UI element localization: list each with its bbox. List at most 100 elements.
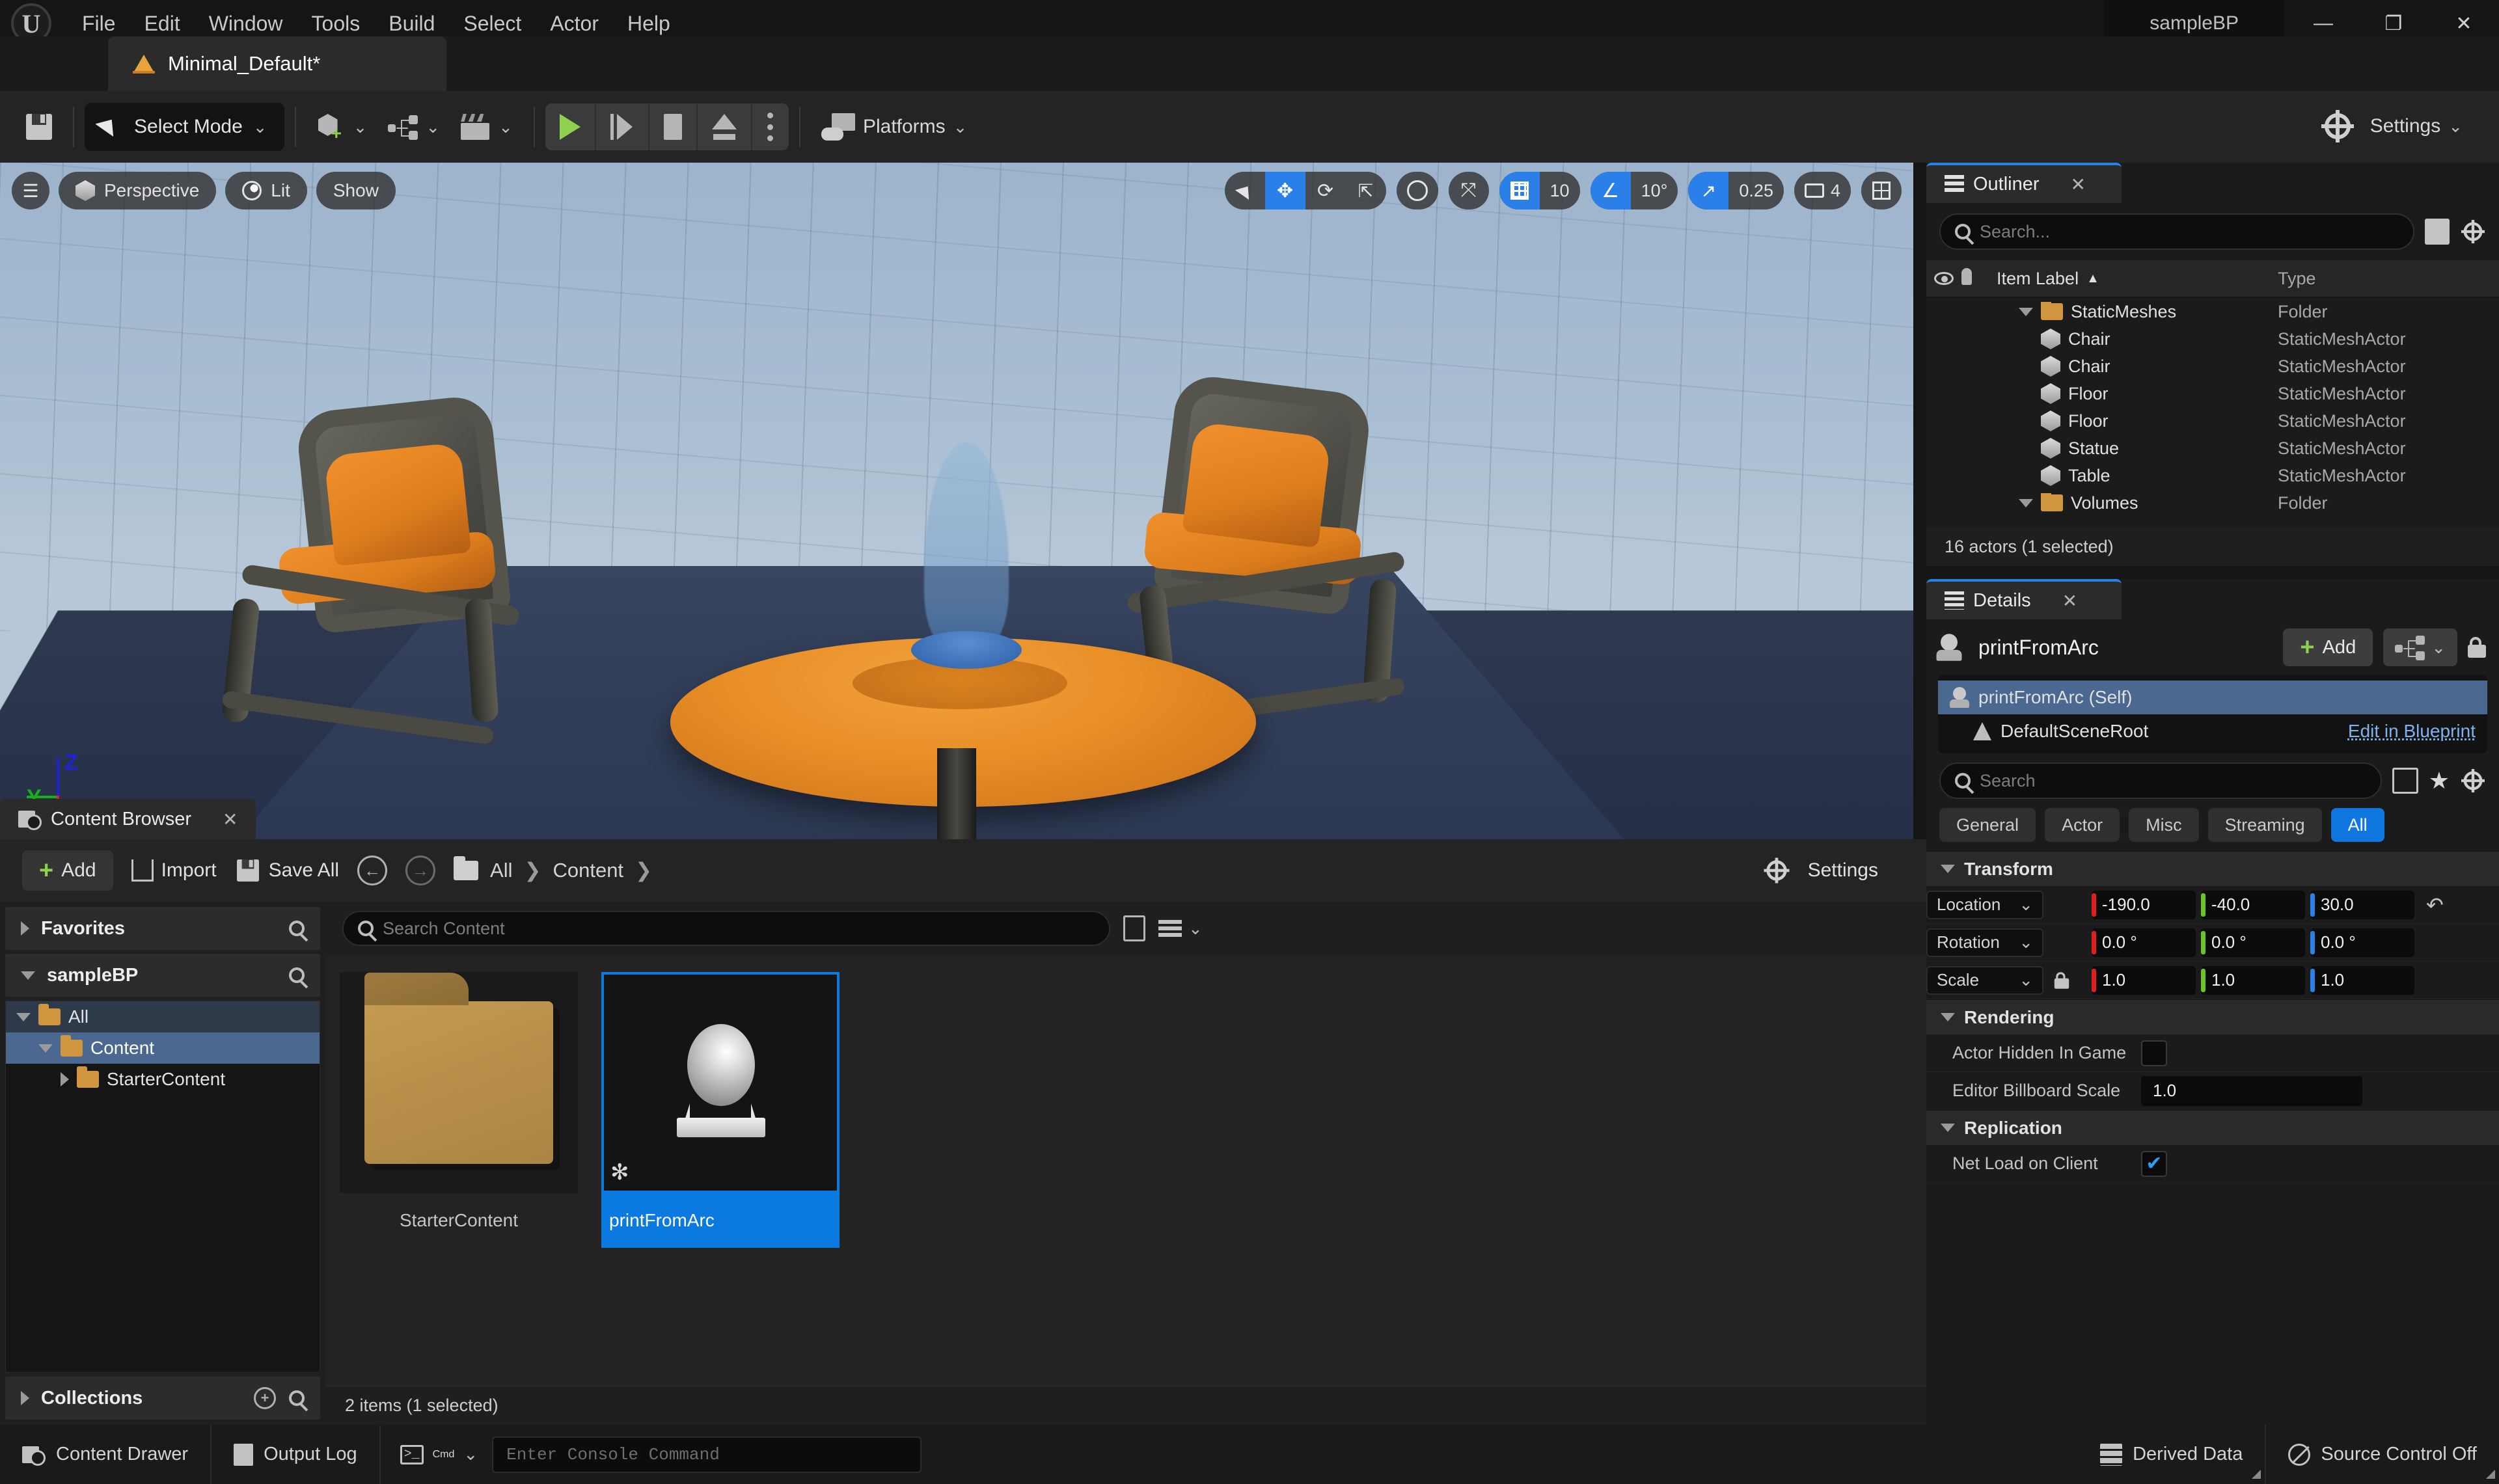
value-z[interactable]: 0.0 ° (2310, 928, 2414, 957)
components-list[interactable]: printFromArc (Self) DefaultSceneRoot Edit … (1938, 675, 2487, 753)
axis-mode-dropdown[interactable]: Rotation ⌄ (1926, 928, 2043, 957)
world-space-button[interactable] (1397, 172, 1438, 209)
viewport-viewmode-dropdown[interactable]: Lit (225, 172, 307, 209)
lock-icon[interactable] (2468, 637, 2486, 658)
project-section-header[interactable]: sampleBP (5, 954, 320, 997)
toolbar-settings-button[interactable]: Settings ⌄ (2314, 103, 2473, 150)
edit-in-blueprint-link[interactable]: Edit in Blueprint (2348, 721, 2476, 742)
project-search-icon[interactable] (289, 967, 305, 983)
grid-snap-toggle[interactable] (1499, 172, 1540, 209)
collections-search-icon[interactable] (289, 1390, 305, 1406)
collections-section-header[interactable]: Collections + (5, 1377, 320, 1420)
save-search-icon[interactable] (1123, 915, 1145, 941)
scale-tool-button[interactable]: ⇱ (1346, 172, 1386, 209)
console-command-input[interactable]: Enter Console Command (492, 1436, 922, 1473)
outliner-row-floor[interactable]: Floor StaticMeshActor (1926, 407, 2499, 435)
rotate-tool-button[interactable]: ⟳ (1305, 172, 1346, 209)
stop-button[interactable] (649, 103, 698, 150)
visibility-eye-icon[interactable] (1934, 272, 1954, 285)
axis-mode-dropdown[interactable]: Scale ⌄ (1926, 965, 2043, 995)
add-collection-icon[interactable]: + (254, 1387, 276, 1409)
scale-snap-value[interactable]: 0.25 (1728, 172, 1784, 209)
outliner-row-chair[interactable]: Chair StaticMeshActor (1926, 325, 2499, 353)
expand-arrow-icon[interactable] (2019, 307, 2033, 316)
content-save-all-button[interactable]: Save All (235, 857, 339, 884)
save-button[interactable] (16, 103, 62, 150)
component-row-printfromarc-self-[interactable]: printFromArc (Self) (1938, 681, 2487, 714)
content-search-input[interactable]: Search Content (342, 911, 1110, 946)
select-mode-dropdown[interactable]: Select Mode ⌄ (85, 103, 284, 151)
angle-snap-toggle[interactable]: ∠ (1590, 172, 1631, 209)
details-filter-streaming[interactable]: Streaming (2207, 808, 2322, 842)
scale-lock-icon[interactable] (2054, 971, 2069, 989)
content-back-button[interactable]: ← (357, 856, 388, 885)
outliner-row-globalpostproce[interactable]: GlobalPostProcePostProcessVolume (1926, 517, 2499, 519)
details-filter-all[interactable]: All (2330, 808, 2384, 842)
content-forward-button[interactable]: → (405, 856, 436, 885)
folder-tree-item-startercontent[interactable]: StarterContent (6, 1064, 320, 1095)
component-row-defaultsceneroot[interactable]: DefaultSceneRoot Edit in Blueprint (1938, 714, 2487, 748)
new-folder-icon[interactable] (2425, 219, 2450, 245)
filter-button[interactable]: ⌄ (1158, 919, 1203, 939)
property-checkbox[interactable]: ✔ (2141, 1150, 2167, 1177)
details-search-input[interactable]: Search (1939, 762, 2382, 799)
output-log-button[interactable]: Output Log (212, 1425, 381, 1484)
details-filter-actor[interactable]: Actor (2045, 808, 2120, 842)
collapse-arrow-icon[interactable] (61, 1072, 69, 1086)
outliner-search-input[interactable]: Search... (1939, 213, 2414, 250)
viewport-layout-button[interactable] (1861, 172, 1902, 209)
eject-button[interactable] (698, 103, 752, 150)
value-y[interactable]: 1.0 (2201, 965, 2305, 995)
scale-snap-toggle[interactable]: ↗ (1688, 172, 1729, 209)
favorites-search-icon[interactable] (289, 921, 305, 936)
content-folder-tree[interactable]: All Content StarterContent (5, 1001, 320, 1373)
play-button[interactable] (545, 103, 596, 150)
expand-arrow-icon[interactable] (38, 1044, 53, 1053)
details-filter-general[interactable]: General (1939, 808, 2036, 842)
skip-button[interactable] (596, 103, 649, 150)
value-z[interactable]: 1.0 (2310, 965, 2414, 995)
favorites-star-icon[interactable]: ★ (2429, 767, 2450, 794)
details-tab[interactable]: Details ✕ (1926, 579, 2122, 619)
camera-speed-button[interactable]: 4 (1794, 172, 1851, 209)
blueprint-options-button[interactable]: ⌄ (2383, 628, 2457, 666)
asset-tile-startercontent[interactable]: StarterContent (340, 972, 578, 1369)
value-x[interactable]: -190.0 (2092, 890, 2196, 919)
content-browser-close-icon[interactable]: ✕ (223, 809, 238, 830)
move-tool-button[interactable]: ✥ (1264, 172, 1305, 209)
cmd-dropdown[interactable]: >_ Cmd ⌄ (400, 1444, 478, 1464)
content-settings-button[interactable]: Settings (1764, 857, 1878, 884)
asset-tile-printfromarc[interactable]: ✻ printFromArc (601, 972, 840, 1369)
content-drawer-button[interactable]: Content Drawer (0, 1425, 212, 1484)
cinematics-button[interactable]: ⌄ (450, 103, 523, 150)
section-header-replication[interactable]: Replication (1926, 1110, 2499, 1145)
column-item-label[interactable]: Item Label ▲ (1997, 269, 2278, 289)
outliner-row-statue[interactable]: Statue StaticMeshActor (1926, 435, 2499, 462)
outliner-row-table[interactable]: Table StaticMeshActor (1926, 462, 2499, 489)
value-y[interactable]: -40.0 (2201, 890, 2305, 919)
place-actors-button[interactable]: + ⌄ (307, 103, 378, 150)
value-x[interactable]: 1.0 (2092, 965, 2196, 995)
viewport-show-dropdown[interactable]: Show (316, 172, 396, 209)
expand-arrow-icon[interactable] (2019, 498, 2033, 507)
asset-thumbnail[interactable]: ✻ (601, 972, 840, 1193)
viewport-perspective-dropdown[interactable]: Perspective (59, 172, 217, 209)
level-viewport[interactable]: Z Y X ☰ Perspective Lit Show ✥ ⟳ (0, 163, 1913, 839)
folder-tree-item-all[interactable]: All (6, 1001, 320, 1032)
source-control-button[interactable]: Source Control Off (2266, 1425, 2499, 1484)
outliner-tree[interactable]: StaticMeshes Folder Chair StaticMeshActor Ch… (1926, 298, 2499, 519)
value-z[interactable]: 30.0 (2310, 890, 2414, 919)
value-x[interactable]: 0.0 ° (2092, 928, 2196, 957)
breadcrumb-all[interactable]: All (490, 859, 512, 882)
details-filter-misc[interactable]: Misc (2129, 808, 2199, 842)
breadcrumb-content[interactable]: Content (553, 859, 623, 882)
favorites-section-header[interactable]: Favorites (5, 907, 320, 950)
platforms-dropdown[interactable]: Platforms ⌄ (811, 103, 978, 150)
pin-icon[interactable] (1961, 267, 1972, 285)
blueprints-button[interactable]: ⌄ (377, 103, 450, 150)
content-browser-tab[interactable]: Content Browser ✕ (0, 799, 256, 839)
outliner-settings-gear-icon[interactable] (2461, 220, 2485, 243)
section-header-rendering[interactable]: Rendering (1926, 999, 2499, 1034)
column-type[interactable]: Type (2278, 269, 2499, 289)
outliner-tab[interactable]: Outliner ✕ (1926, 163, 2122, 203)
